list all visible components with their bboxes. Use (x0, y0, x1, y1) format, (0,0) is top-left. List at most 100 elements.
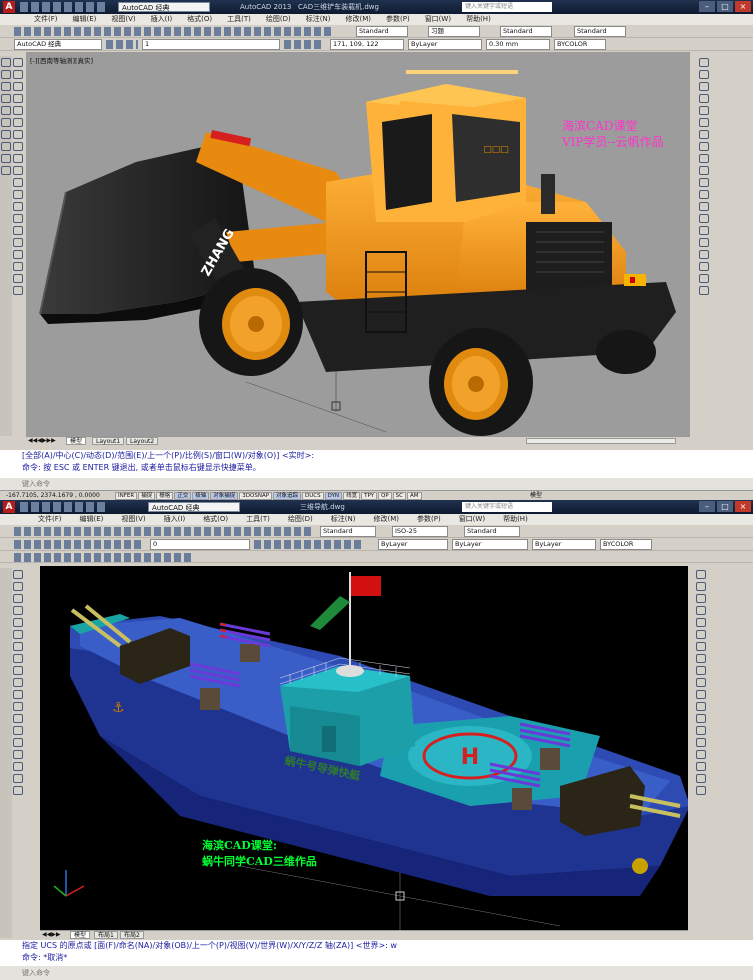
restore-icon[interactable]: □ (717, 1, 733, 12)
erase-icon-2[interactable] (696, 570, 706, 579)
offset-icon-2[interactable] (696, 606, 706, 615)
menu2-file[interactable]: 文件(F) (38, 514, 62, 525)
join-icon[interactable] (699, 202, 709, 211)
menu-view[interactable]: 视图(V) (111, 14, 135, 25)
chamfer-icon[interactable] (699, 214, 709, 223)
point-icon-2[interactable] (13, 726, 23, 735)
move-icon-2[interactable] (696, 630, 706, 639)
point-icon[interactable] (13, 214, 23, 223)
lineweight-select[interactable]: 0.30 mm (486, 39, 550, 50)
explode-icon[interactable] (699, 238, 709, 247)
menu-insert[interactable]: 插入(I) (151, 14, 173, 25)
circle-icon-2[interactable] (13, 642, 23, 651)
subtract-icon-2[interactable] (696, 774, 706, 783)
status-tpy[interactable]: TPY (361, 492, 377, 500)
break-icon[interactable] (699, 190, 709, 199)
stretch-icon[interactable] (699, 154, 709, 163)
color-select[interactable]: 171, 109, 122 (330, 39, 404, 50)
standard-toolbar-icons[interactable] (14, 27, 334, 36)
status-sc[interactable]: SC (392, 492, 406, 500)
text-style-select-2[interactable]: Standard (320, 526, 376, 537)
chamfer-icon-2[interactable] (696, 726, 706, 735)
status-polar[interactable]: 极轴 (192, 492, 210, 500)
table-style-select[interactable]: Standard (500, 26, 552, 37)
quick-access-toolbar-2[interactable] (20, 502, 105, 512)
menu2-parametric[interactable]: 参数(P) (417, 514, 441, 525)
mleader-style-select[interactable]: Standard (574, 26, 626, 37)
intersect-icon[interactable] (699, 274, 709, 283)
tab-layout1[interactable]: Layout1 (92, 437, 125, 445)
join-icon-2[interactable] (696, 714, 706, 723)
intersect-icon-2[interactable] (696, 786, 706, 795)
plotstyle-select[interactable]: BYCOLOR (554, 39, 606, 50)
mirror-icon-2[interactable] (696, 594, 706, 603)
dim-style-select[interactable]: 习题 (428, 26, 480, 37)
stretch-icon-2[interactable] (696, 666, 706, 675)
construction-line-icon[interactable] (13, 70, 23, 79)
table-icon-2[interactable] (13, 774, 23, 783)
menu-window[interactable]: 窗口(W) (425, 14, 451, 25)
rectangle-icon-2[interactable] (13, 618, 23, 627)
menu-help[interactable]: 帮助(H) (466, 14, 491, 25)
status-am[interactable]: AM (407, 492, 422, 500)
status-grid[interactable]: 栅格 (156, 492, 174, 500)
viewport-loader[interactable]: [-][西南等轴测][真实] ZHANG □□□ 海滨CAD课堂 VIP学员--… (26, 52, 690, 436)
modify-erase-icon[interactable] (1, 58, 11, 67)
autocad-logo-icon-2[interactable]: A (3, 501, 15, 513)
restore-icon-2[interactable]: □ (717, 501, 733, 512)
gradient-icon[interactable] (13, 238, 23, 247)
modify-copy-icon[interactable] (1, 70, 11, 79)
workspace-selector[interactable]: AutoCAD 经典 (118, 2, 210, 12)
mirror-icon[interactable] (699, 82, 709, 91)
menu-format[interactable]: 格式(O) (187, 14, 212, 25)
polyline-icon-2[interactable] (13, 594, 23, 603)
rotate-icon[interactable] (699, 130, 709, 139)
copy-icon[interactable] (699, 70, 709, 79)
copy-icon-2[interactable] (696, 582, 706, 591)
close-icon-2[interactable]: × (735, 501, 751, 512)
spline-icon-2[interactable] (13, 666, 23, 675)
explode-icon-2[interactable] (696, 750, 706, 759)
menu-tools[interactable]: 工具(T) (227, 14, 251, 25)
search-input-2[interactable]: 键入关键字或短语 (462, 502, 552, 512)
revcloud-icon-2[interactable] (13, 654, 23, 663)
extra-toolbar-icons[interactable] (14, 553, 194, 562)
modify-scale-icon[interactable] (1, 142, 11, 151)
text-style-select[interactable]: Standard (356, 26, 408, 37)
make-block-icon[interactable] (13, 202, 23, 211)
extrude-icon[interactable] (699, 286, 709, 295)
tab-layout2[interactable]: Layout2 (126, 437, 159, 445)
erase-icon[interactable] (699, 58, 709, 67)
menu2-draw[interactable]: 绘图(D) (288, 514, 313, 525)
trim-icon[interactable] (699, 166, 709, 175)
menu2-view[interactable]: 视图(V) (121, 514, 145, 525)
view-toolbar-icons[interactable] (14, 540, 144, 549)
table-icon[interactable] (13, 262, 23, 271)
scale-icon[interactable] (699, 142, 709, 151)
mtext-icon-2[interactable] (13, 786, 23, 795)
extend-icon-2[interactable] (696, 690, 706, 699)
extend-icon[interactable] (699, 178, 709, 187)
hatch-icon[interactable] (13, 226, 23, 235)
table-style-select-2[interactable]: Standard (464, 526, 520, 537)
scale-icon-2[interactable] (696, 654, 706, 663)
tab-nav-arrows-icon[interactable]: ◀◀◀▶▶▶ (28, 437, 56, 444)
status-ducs[interactable]: DUCS (302, 492, 324, 500)
workspace-select[interactable]: AutoCAD 经典 (14, 39, 102, 50)
horizontal-scrollbar[interactable] (526, 438, 676, 444)
hatch-icon-2[interactable] (13, 738, 23, 747)
rotate-icon-2[interactable] (696, 642, 706, 651)
search-input[interactable]: 键入关键字或短语 (462, 2, 552, 12)
move-icon[interactable] (699, 118, 709, 127)
layer-select[interactable]: 1 (142, 39, 280, 50)
construction-line-icon-2[interactable] (13, 582, 23, 591)
polyline-icon[interactable] (13, 82, 23, 91)
insert-block-icon[interactable] (13, 190, 23, 199)
autocad-logo-icon[interactable]: A (3, 1, 15, 13)
status-lwt[interactable]: 线宽 (343, 492, 361, 500)
plotstyle-select-2[interactable]: BYCOLOR (600, 539, 652, 550)
ellipse-arc-icon[interactable] (13, 178, 23, 187)
command-input-2[interactable]: 键入命令 (0, 966, 753, 980)
tab-model[interactable]: 模型 (66, 437, 87, 445)
status-infer[interactable]: INFER (115, 492, 138, 500)
